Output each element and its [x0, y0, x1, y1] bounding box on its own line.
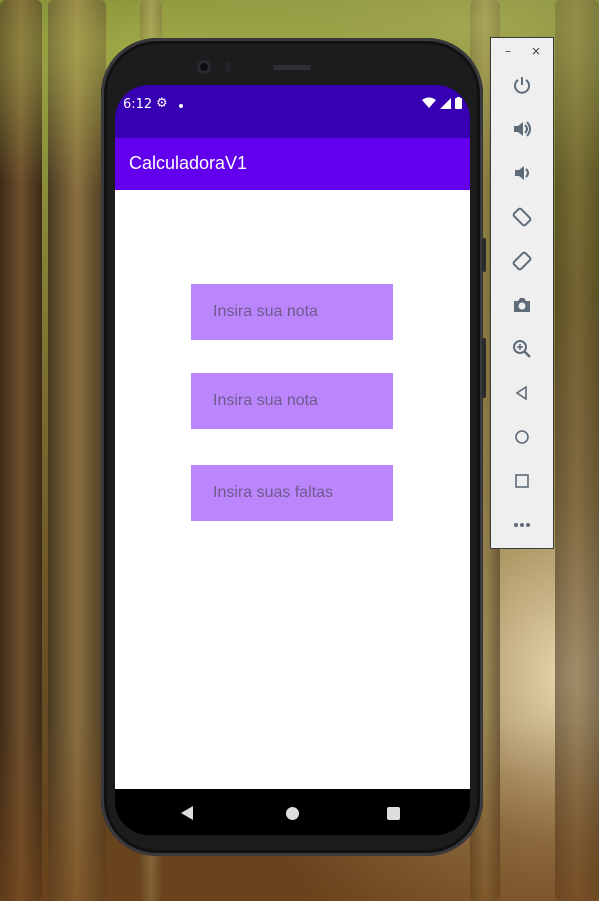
- power-icon: [514, 77, 530, 94]
- phone-frame: 6:12 ⚙ CalculadoraV1 Insira sua nota Ins…: [101, 38, 486, 856]
- rotate-left-button[interactable]: [507, 202, 537, 232]
- minimize-button[interactable]: –: [505, 44, 511, 58]
- overview-button[interactable]: [507, 466, 537, 496]
- power-button[interactable]: [507, 70, 537, 100]
- grade-input-1[interactable]: Insira sua nota: [191, 284, 393, 340]
- emulator-toolbar: – ×: [490, 37, 554, 549]
- status-time: 6:12: [123, 97, 153, 112]
- screenshot-button[interactable]: [507, 290, 537, 320]
- status-icons: [422, 97, 462, 109]
- nav-back-icon[interactable]: [181, 806, 193, 820]
- volume-up-icon: [514, 121, 531, 137]
- home-button[interactable]: [507, 422, 537, 452]
- home-icon: [515, 430, 529, 444]
- grade-input-2[interactable]: Insira sua nota: [191, 373, 393, 429]
- navigation-bar: [115, 789, 470, 835]
- settings-icon: ⚙: [156, 96, 168, 111]
- zoom-icon: [513, 340, 531, 358]
- volume-down-button[interactable]: [507, 158, 537, 188]
- battery-icon: [455, 97, 462, 109]
- absences-input[interactable]: Insira suas faltas: [191, 465, 393, 521]
- earpiece-speaker: [273, 65, 311, 70]
- nav-recents-icon[interactable]: [387, 807, 400, 820]
- close-button[interactable]: ×: [531, 44, 541, 58]
- more-icon: [514, 523, 530, 527]
- volume-down-icon: [515, 166, 529, 180]
- rotate-right-icon: [512, 251, 532, 271]
- app-title: CalculadoraV1: [129, 153, 248, 173]
- power-side-button[interactable]: [482, 338, 486, 398]
- zoom-button[interactable]: [507, 334, 537, 364]
- notification-dot-icon: [179, 104, 183, 108]
- volume-up-button[interactable]: [507, 114, 537, 144]
- sensor: [225, 62, 231, 72]
- wifi-icon: [422, 97, 436, 108]
- camera-icon: [514, 298, 530, 312]
- nav-home-icon[interactable]: [286, 807, 299, 820]
- status-bar: 6:12 ⚙: [115, 85, 470, 138]
- app-content: Insira sua nota Insira sua nota Insira s…: [115, 190, 470, 789]
- signal-icon: [440, 97, 451, 109]
- rotate-right-button[interactable]: [507, 246, 537, 276]
- overview-icon: [515, 474, 529, 488]
- rotate-left-icon: [512, 207, 532, 227]
- back-button[interactable]: [507, 378, 537, 408]
- volume-side-button[interactable]: [482, 238, 486, 272]
- more-button[interactable]: [507, 510, 537, 540]
- front-camera: [197, 60, 211, 74]
- toolbar-window-controls: – ×: [491, 44, 553, 60]
- app-bar: CalculadoraV1: [115, 138, 470, 190]
- back-icon: [515, 385, 527, 401]
- phone-screen: 6:12 ⚙ CalculadoraV1 Insira sua nota Ins…: [115, 85, 470, 835]
